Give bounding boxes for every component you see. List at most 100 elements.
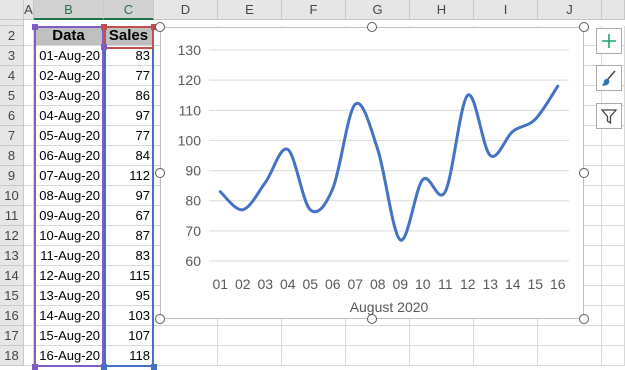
empty-cell[interactable]	[24, 346, 34, 366]
empty-cell[interactable]	[24, 246, 34, 266]
row-header[interactable]: 9	[0, 166, 24, 186]
sales-cell[interactable]: 77	[104, 126, 154, 146]
empty-cell[interactable]	[410, 346, 474, 366]
header-cell-date[interactable]: Data	[34, 26, 104, 46]
range-handle[interactable]	[101, 44, 107, 50]
empty-cell[interactable]	[602, 306, 625, 326]
empty-cell[interactable]	[602, 326, 625, 346]
row-header[interactable]: 5	[0, 86, 24, 106]
chart-resize-handle[interactable]	[579, 22, 589, 32]
date-cell[interactable]: 14-Aug-20	[34, 306, 104, 326]
empty-cell[interactable]	[24, 166, 34, 186]
date-cell[interactable]: 16-Aug-20	[34, 346, 104, 366]
column-header-g[interactable]: G	[346, 0, 410, 20]
range-handle[interactable]	[101, 364, 107, 370]
chart-resize-handle[interactable]	[155, 22, 165, 32]
empty-cell[interactable]	[24, 66, 34, 86]
empty-cell[interactable]	[602, 186, 625, 206]
empty-cell[interactable]	[474, 346, 538, 366]
data-point[interactable]	[556, 84, 560, 88]
date-cell[interactable]: 01-Aug-20	[34, 46, 104, 66]
empty-cell[interactable]	[602, 246, 625, 266]
row-header[interactable]: 11	[0, 206, 24, 226]
chart-resize-handle[interactable]	[367, 314, 377, 324]
empty-cell[interactable]	[24, 206, 34, 226]
column-header-h[interactable]: H	[410, 0, 474, 20]
empty-cell[interactable]	[602, 226, 625, 246]
column-header-d[interactable]: D	[154, 0, 218, 20]
row-header[interactable]: 17	[0, 326, 24, 346]
column-header-e[interactable]: E	[218, 0, 282, 20]
sales-cell[interactable]: 67	[104, 206, 154, 226]
row-header[interactable]: 3	[0, 46, 24, 66]
header-cell-sales[interactable]: Sales	[104, 26, 154, 46]
sales-cell[interactable]: 97	[104, 106, 154, 126]
empty-cell[interactable]	[538, 326, 602, 346]
sales-cell[interactable]: 86	[104, 86, 154, 106]
empty-cell[interactable]	[602, 266, 625, 286]
empty-cell[interactable]	[410, 326, 474, 346]
row-header[interactable]: 14	[0, 266, 24, 286]
column-header-a[interactable]: A	[24, 0, 34, 20]
date-cell[interactable]: 13-Aug-20	[34, 286, 104, 306]
empty-cell[interactable]	[24, 86, 34, 106]
range-handle[interactable]	[32, 24, 38, 30]
row-header[interactable]: 15	[0, 286, 24, 306]
data-point[interactable]	[376, 147, 380, 151]
empty-cell[interactable]	[24, 326, 34, 346]
empty-cell[interactable]	[24, 106, 34, 126]
row-header[interactable]: 7	[0, 126, 24, 146]
sales-cell[interactable]: 83	[104, 246, 154, 266]
sales-cell[interactable]: 97	[104, 186, 154, 206]
empty-cell[interactable]	[602, 206, 625, 226]
empty-cell[interactable]	[24, 266, 34, 286]
empty-cell[interactable]	[474, 326, 538, 346]
empty-cell[interactable]	[602, 346, 625, 366]
column-header-i[interactable]: I	[474, 0, 538, 20]
data-point[interactable]	[511, 129, 515, 133]
data-point[interactable]	[533, 117, 537, 121]
data-point[interactable]	[466, 93, 470, 97]
range-handle[interactable]	[101, 24, 107, 30]
data-point[interactable]	[331, 187, 335, 191]
empty-cell[interactable]	[24, 286, 34, 306]
empty-cell[interactable]	[602, 166, 625, 186]
data-point[interactable]	[241, 208, 245, 212]
data-point[interactable]	[398, 238, 402, 242]
row-header[interactable]: 13	[0, 246, 24, 266]
chart-filters-button[interactable]	[596, 103, 622, 129]
data-point[interactable]	[218, 190, 222, 194]
line-chart[interactable]: 130 120 110 100 90 80 70 60 01 02 03 04 05 06 07 08 09 10…	[160, 27, 584, 319]
row-header[interactable]: 2	[0, 26, 24, 46]
date-cell[interactable]: 03-Aug-20	[34, 86, 104, 106]
sales-cell[interactable]: 115	[104, 266, 154, 286]
data-point[interactable]	[421, 178, 425, 182]
date-cell[interactable]: 08-Aug-20	[34, 186, 104, 206]
column-header-b[interactable]: B	[34, 0, 104, 20]
empty-cell[interactable]	[282, 346, 346, 366]
date-cell[interactable]: 15-Aug-20	[34, 326, 104, 346]
data-point[interactable]	[308, 208, 312, 212]
data-point[interactable]	[488, 154, 492, 158]
date-cell[interactable]: 06-Aug-20	[34, 146, 104, 166]
empty-cell[interactable]	[218, 346, 282, 366]
row-header[interactable]: 12	[0, 226, 24, 246]
empty-cell[interactable]	[154, 326, 218, 346]
empty-cell[interactable]	[24, 306, 34, 326]
empty-cell[interactable]	[538, 346, 602, 366]
sales-cell[interactable]: 84	[104, 146, 154, 166]
empty-cell[interactable]	[24, 126, 34, 146]
empty-cell[interactable]	[24, 46, 34, 66]
date-cell[interactable]: 07-Aug-20	[34, 166, 104, 186]
empty-cell[interactable]	[346, 346, 410, 366]
range-handle[interactable]	[151, 364, 157, 370]
row-header[interactable]: 16	[0, 306, 24, 326]
data-point[interactable]	[263, 181, 267, 185]
column-header-c[interactable]: C	[104, 0, 154, 20]
date-cell[interactable]: 12-Aug-20	[34, 266, 104, 286]
sales-cell[interactable]: 118	[104, 346, 154, 366]
empty-cell[interactable]	[24, 226, 34, 246]
empty-cell[interactable]	[24, 146, 34, 166]
chart-elements-button[interactable]	[596, 28, 622, 54]
data-point[interactable]	[286, 147, 290, 151]
